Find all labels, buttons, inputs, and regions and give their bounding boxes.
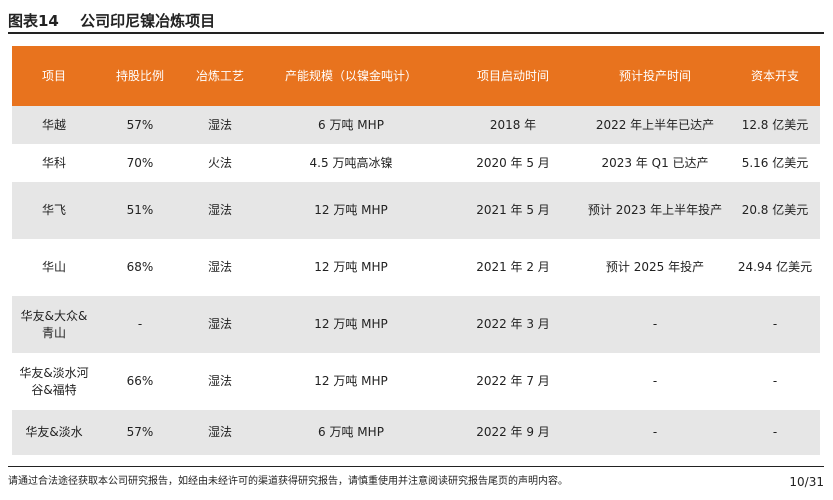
cell-capacity: 6 万吨 MHP [256,106,446,144]
cell-capex: - [730,296,820,353]
cell-project: 华友&淡水河谷&福特 [12,353,96,410]
page-footer: 请通过合法途径获取本公司研究报告，如经由未经许可的渠道获得研究报告，请慎重使用并… [8,466,824,495]
header-project: 项目 [12,46,96,106]
cell-start-time: 2022 年 9 月 [446,410,580,455]
cell-start-time: 2018 年 [446,106,580,144]
disclaimer-text: 请通过合法途径获取本公司研究报告，如经由未经许可的渠道获得研究报告，请慎重使用并… [8,476,568,487]
table-row: 华飞 51% 湿法 12 万吨 MHP 2021 年 5 月 预计 2023 年… [12,182,820,239]
cell-process: 湿法 [184,296,256,353]
header-stake: 持股比例 [96,46,184,106]
table-row: 华友&淡水河谷&福特 66% 湿法 12 万吨 MHP 2022 年 7 月 -… [12,353,820,410]
cell-project: 华山 [12,239,96,296]
cell-stake: 57% [96,410,184,455]
project-table-container: 项目 持股比例 冶炼工艺 产能规模（以镍金吨计） 项目启动时间 预计投产时间 资… [12,46,820,455]
cell-production-time: 预计 2025 年投产 [580,239,730,296]
cell-stake: - [96,296,184,353]
cell-stake: 51% [96,182,184,239]
cell-project: 华越 [12,106,96,144]
cell-start-time: 2022 年 3 月 [446,296,580,353]
page-number: 10/31 [789,475,824,489]
header-production-time: 预计投产时间 [580,46,730,106]
cell-production-time: - [580,296,730,353]
cell-process: 湿法 [184,182,256,239]
cell-capacity: 4.5 万吨高冰镍 [256,144,446,182]
cell-stake: 70% [96,144,184,182]
cell-capex: - [730,410,820,455]
cell-capacity: 6 万吨 MHP [256,410,446,455]
cell-production-time: - [580,353,730,410]
cell-stake: 66% [96,353,184,410]
nickel-projects-table: 项目 持股比例 冶炼工艺 产能规模（以镍金吨计） 项目启动时间 预计投产时间 资… [12,46,820,455]
table-row: 华友&大众&青山 - 湿法 12 万吨 MHP 2022 年 3 月 - - [12,296,820,353]
cell-production-time: 2022 年上半年已达产 [580,106,730,144]
cell-production-time: 预计 2023 年上半年投产 [580,182,730,239]
header-capex: 资本开支 [730,46,820,106]
cell-process: 湿法 [184,106,256,144]
cell-start-time: 2020 年 5 月 [446,144,580,182]
cell-stake: 57% [96,106,184,144]
cell-capex: 5.16 亿美元 [730,144,820,182]
cell-start-time: 2022 年 7 月 [446,353,580,410]
cell-project: 华科 [12,144,96,182]
cell-capacity: 12 万吨 MHP [256,239,446,296]
cell-process: 火法 [184,144,256,182]
figure-title: 图表14 公司印尼镍冶炼项目 [8,8,824,34]
table-row: 华山 68% 湿法 12 万吨 MHP 2021 年 2 月 预计 2025 年… [12,239,820,296]
cell-process: 湿法 [184,353,256,410]
cell-start-time: 2021 年 2 月 [446,239,580,296]
figure-caption: 公司印尼镍冶炼项目 [80,12,216,30]
table-row: 华友&淡水 57% 湿法 6 万吨 MHP 2022 年 9 月 - - [12,410,820,455]
cell-process: 湿法 [184,410,256,455]
table-header-row: 项目 持股比例 冶炼工艺 产能规模（以镍金吨计） 项目启动时间 预计投产时间 资… [12,46,820,106]
cell-capacity: 12 万吨 MHP [256,353,446,410]
cell-stake: 68% [96,239,184,296]
cell-project: 华飞 [12,182,96,239]
header-start-time: 项目启动时间 [446,46,580,106]
cell-production-time: - [580,410,730,455]
cell-production-time: 2023 年 Q1 已达产 [580,144,730,182]
cell-capex: 12.8 亿美元 [730,106,820,144]
cell-capacity: 12 万吨 MHP [256,182,446,239]
cell-capex: 20.8 亿美元 [730,182,820,239]
header-capacity: 产能规模（以镍金吨计） [256,46,446,106]
cell-process: 湿法 [184,239,256,296]
header-process: 冶炼工艺 [184,46,256,106]
table-row: 华科 70% 火法 4.5 万吨高冰镍 2020 年 5 月 2023 年 Q1… [12,144,820,182]
table-row: 华越 57% 湿法 6 万吨 MHP 2018 年 2022 年上半年已达产 1… [12,106,820,144]
figure-number: 图表14 [8,12,59,30]
cell-capacity: 12 万吨 MHP [256,296,446,353]
cell-start-time: 2021 年 5 月 [446,182,580,239]
cell-capex: - [730,353,820,410]
cell-project: 华友&淡水 [12,410,96,455]
cell-project: 华友&大众&青山 [12,296,96,353]
cell-capex: 24.94 亿美元 [730,239,820,296]
